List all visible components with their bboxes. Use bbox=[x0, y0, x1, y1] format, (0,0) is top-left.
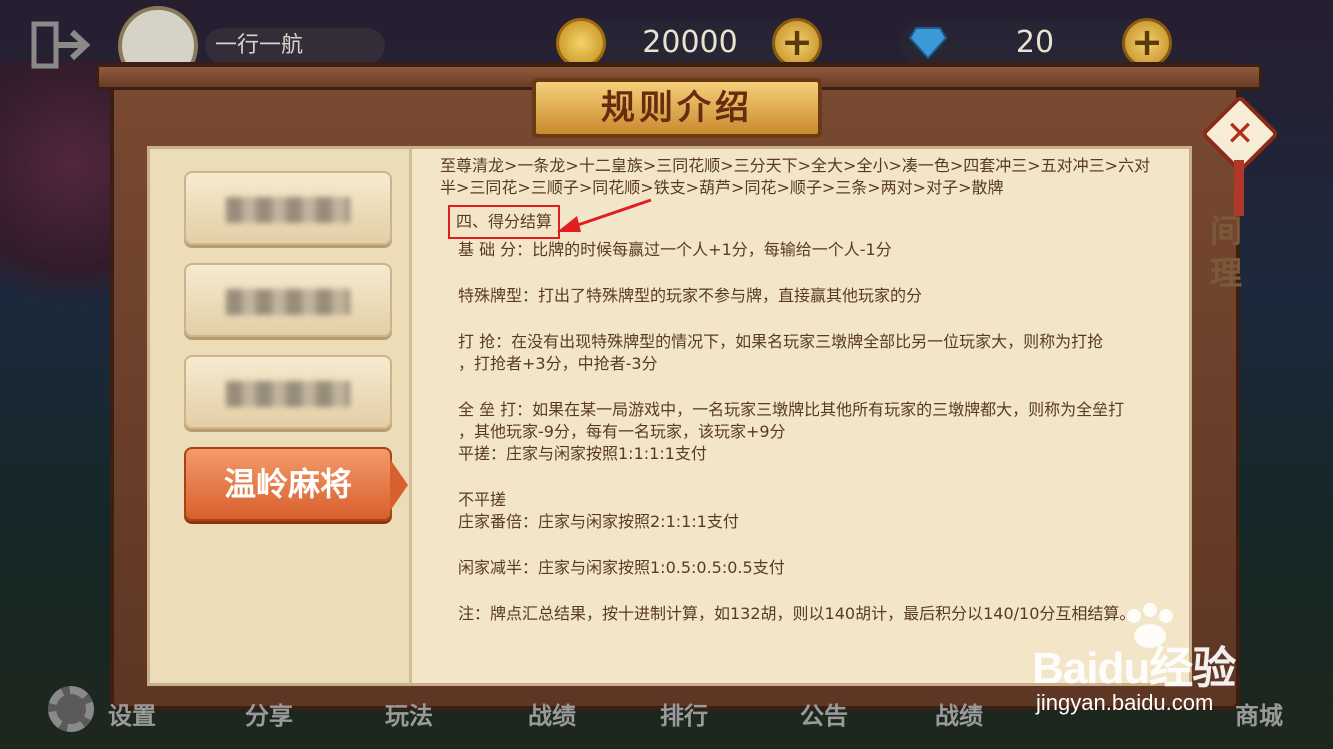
baidu-watermark: Baidu经验 jingyan.baidu.com bbox=[1020, 602, 1320, 722]
coin-value: 20000 bbox=[642, 25, 738, 60]
gem-counter: 20 + bbox=[900, 18, 1172, 68]
bottom-item-notice[interactable]: 公告 bbox=[800, 696, 848, 731]
rule-base-score: 基 础 分：比牌的时候每赢过一个人+1分，每输给一个人-1分 bbox=[458, 240, 892, 259]
annotation-arrow-icon bbox=[557, 198, 652, 232]
right-peek-line-2: 理 bbox=[1210, 254, 1243, 292]
game-list-sidebar: 温岭麻将 bbox=[150, 149, 412, 683]
coin-icon bbox=[556, 18, 606, 68]
exit-icon[interactable] bbox=[30, 20, 90, 70]
watermark-logo: Baidu经验 bbox=[1032, 644, 1236, 693]
rule-player-half: 闲家减半：庄家与闲家按照1:0.5:0.5:0.5支付 bbox=[458, 558, 785, 577]
player-name: 一行一航 bbox=[205, 28, 385, 64]
right-peek-line-1: 间 bbox=[1210, 212, 1243, 250]
dialog-title: 规则介绍 bbox=[532, 78, 822, 138]
diamond-icon bbox=[908, 27, 948, 60]
add-gems-button[interactable]: + bbox=[1122, 18, 1172, 68]
rule-not-flat: 不平搓 bbox=[458, 490, 507, 509]
rule-special-hand: 特殊牌型：打出了特殊牌型的玩家不参与牌，直接赢其他玩家的分 bbox=[458, 286, 923, 305]
rules-content[interactable]: 至尊清龙>一条龙>十二皇族>三同花顺>三分天下>全大>全小>凑一色>四套冲三>五… bbox=[440, 155, 1180, 679]
sidebar-item-3[interactable] bbox=[184, 355, 392, 429]
rank-line-1: 至尊清龙>一条龙>十二皇族>三同花顺>三分天下>全大>全小>凑一色>四套冲三>五… bbox=[440, 156, 1151, 175]
bottom-item-rules[interactable]: 玩法 bbox=[385, 696, 433, 731]
tassel-decor bbox=[1234, 160, 1244, 216]
rule-gun-line-2: ，打抢者+3分，中抢者-3分 bbox=[458, 354, 658, 373]
coin-counter: 20000 + bbox=[556, 18, 822, 68]
blurred-label bbox=[226, 289, 350, 315]
gear-icon[interactable] bbox=[48, 686, 94, 732]
rule-homerun-line-2: ，其他玩家-9分，每有一名玩家，该玩家+9分 bbox=[458, 422, 786, 441]
bottom-item-rank[interactable]: 排行 bbox=[660, 696, 708, 731]
bottom-item-record[interactable]: 战绩 bbox=[528, 696, 576, 731]
right-peek-text: 间 理 bbox=[1210, 210, 1242, 294]
bottom-item-settings[interactable]: 设置 bbox=[108, 696, 156, 731]
add-coins-button[interactable]: + bbox=[772, 18, 822, 68]
rule-gun-line-1: 打 抢：在没有出现特殊牌型的情况下，如果名玩家三墩牌全部比另一位玩家大，则称为打… bbox=[458, 332, 1104, 351]
bottom-item-share[interactable]: 分享 bbox=[245, 696, 293, 731]
blurred-label bbox=[226, 197, 350, 223]
gem-value: 20 bbox=[1015, 25, 1055, 60]
sidebar-item-2[interactable] bbox=[184, 263, 392, 337]
section-heading-scoring: 四、得分结算 bbox=[448, 205, 561, 239]
close-icon: ✕ bbox=[1225, 114, 1255, 154]
blurred-label bbox=[226, 381, 350, 407]
rule-dealer-double: 庄家番倍：庄家与闲家按照2:1:1:1支付 bbox=[458, 512, 739, 531]
rule-homerun-line-1: 全 垒 打：如果在某一局游戏中，一名玩家三墩牌比其他所有玩家的三墩牌都大，则称为… bbox=[458, 400, 1125, 419]
bottom-item-record-2[interactable]: 战绩 bbox=[935, 696, 983, 731]
sidebar-item-1[interactable] bbox=[184, 171, 392, 245]
rule-flat: 平搓：庄家与闲家按照1:1:1:1支付 bbox=[458, 444, 707, 463]
watermark-url: jingyan.baidu.com bbox=[1036, 690, 1214, 715]
rank-line-2: 半>三同花>三顺子>同花顺>铁支>葫芦>同花>顺子>三条>两对>对子>散牌 bbox=[440, 178, 1004, 197]
sidebar-item-wenling-mahjong[interactable]: 温岭麻将 bbox=[184, 447, 408, 521]
